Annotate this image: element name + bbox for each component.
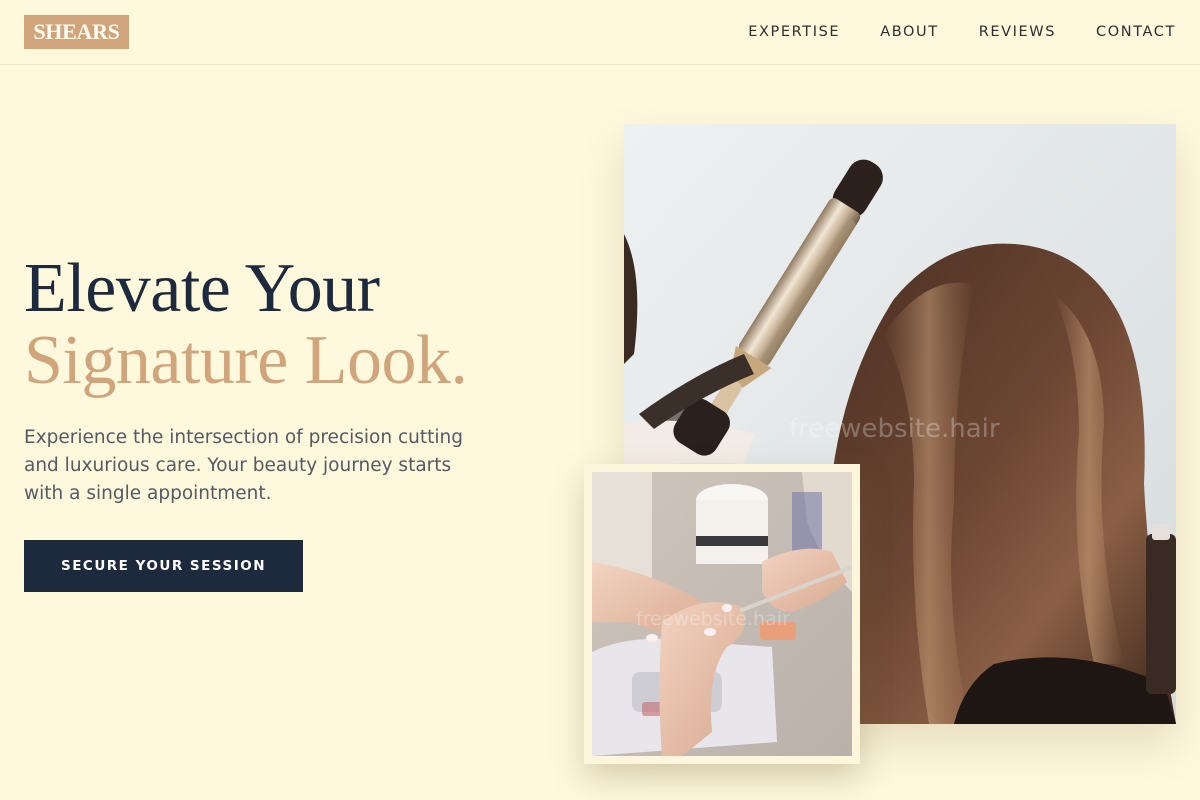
headline-line-1: Elevate Your — [24, 250, 380, 327]
manicure-photo: freewebsite.hair — [592, 472, 852, 756]
nav-expertise[interactable]: EXPERTISE — [748, 22, 840, 42]
logo[interactable]: SHEARS — [24, 15, 129, 49]
nav-about[interactable]: ABOUT — [880, 22, 939, 42]
site-header: SHEARS EXPERTISE ABOUT REVIEWS CONTACT — [0, 0, 1200, 65]
headline-line-2: Signature Look. — [24, 322, 468, 399]
nav-contact[interactable]: CONTACT — [1096, 22, 1176, 42]
main-nav: EXPERTISE ABOUT REVIEWS CONTACT — [748, 22, 1176, 42]
manicure-photo-frame: freewebsite.hair — [584, 464, 860, 764]
nav-reviews[interactable]: REVIEWS — [979, 22, 1056, 42]
hero-subtext: Experience the intersection of precision… — [24, 427, 463, 504]
secure-session-button[interactable]: SECURE YOUR SESSION — [24, 540, 303, 592]
hero-headline: Elevate Your Signature Look. — [24, 253, 468, 397]
